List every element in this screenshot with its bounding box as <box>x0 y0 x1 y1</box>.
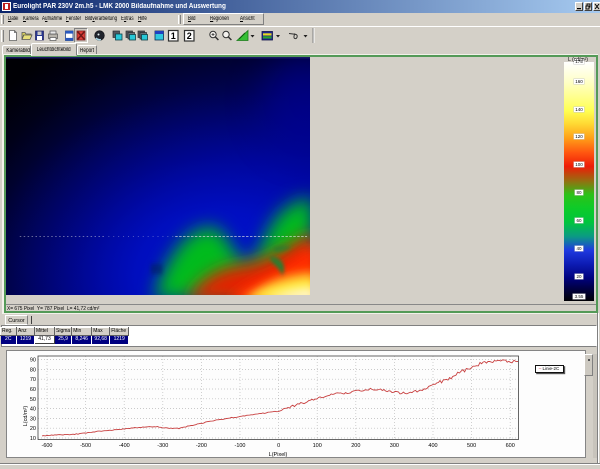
svg-text:100: 100 <box>313 443 322 449</box>
svg-text:-300: -300 <box>157 443 168 449</box>
svg-text:10: 10 <box>30 436 36 442</box>
svg-text:-100: -100 <box>234 443 245 449</box>
svg-text:70: 70 <box>30 377 36 383</box>
svg-text:500: 500 <box>467 443 476 449</box>
svg-text:-500: -500 <box>80 443 91 449</box>
svg-text:80: 80 <box>30 367 36 373</box>
svg-text:1: 1 <box>171 31 176 41</box>
svg-text:40: 40 <box>30 407 36 413</box>
svg-text:0: 0 <box>277 443 280 449</box>
svg-text:L(Pixel): L(Pixel) <box>269 452 288 458</box>
svg-text:300: 300 <box>390 443 399 449</box>
svg-text:-400: -400 <box>119 443 130 449</box>
svg-text:2: 2 <box>187 31 192 41</box>
svg-text:-200: -200 <box>196 443 207 449</box>
svg-text:200: 200 <box>351 443 360 449</box>
svg-text:20: 20 <box>30 426 36 432</box>
svg-text:L(cd/m²): L(cd/m²) <box>23 406 29 427</box>
svg-text:90: 90 <box>30 358 36 364</box>
svg-text:400: 400 <box>428 443 437 449</box>
svg-text:-600: -600 <box>41 443 52 449</box>
svg-text:60: 60 <box>30 387 36 393</box>
svg-text:600: 600 <box>506 443 515 449</box>
svg-text:50: 50 <box>30 397 36 403</box>
svg-text:30: 30 <box>30 416 36 422</box>
